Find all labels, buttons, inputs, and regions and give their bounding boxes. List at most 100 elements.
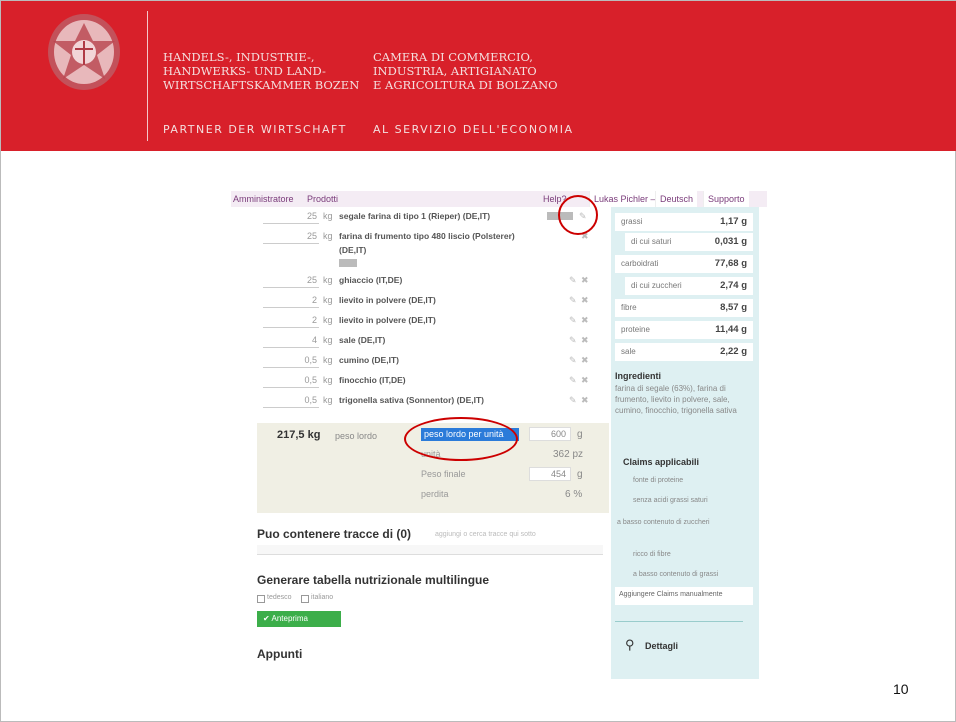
traces-input[interactable] <box>257 545 603 555</box>
gross-label: peso lordo <box>335 431 378 441</box>
ingredient-unit: kg <box>323 375 333 385</box>
final-weight-input[interactable]: 454 <box>529 467 571 481</box>
ingredient-row: 25 kg ghiaccio (IT,DE) ✎ ✖ <box>257 271 609 291</box>
nutrition-title: Generare tabella nutrizionale multilingu… <box>257 573 490 587</box>
edit-icon[interactable]: ✎ <box>569 375 577 386</box>
ingredient-unit: kg <box>323 335 333 345</box>
nutrition-sidebar: grassi 1,17 g di cui saturi 0,031 g carboi… <box>611 207 759 679</box>
highlight-circle-per-unit <box>404 417 518 461</box>
nav-admin[interactable]: Amministratore <box>233 194 294 204</box>
traces-hint: aggiungi o cerca tracce qui sotto <box>435 531 536 538</box>
ingredients-title: Ingredienti <box>615 371 662 381</box>
ingredient-unit: kg <box>323 275 333 285</box>
traces-title: Puo contenere tracce di (0) <box>257 527 412 541</box>
per-unit-input[interactable]: 600 <box>529 427 571 441</box>
ingredient-qty[interactable]: 0,5 <box>263 375 319 388</box>
nav-support[interactable]: Supporto <box>703 191 749 207</box>
claim-item[interactable]: fonte di proteine <box>633 477 683 484</box>
sidebar-divider <box>615 621 743 622</box>
ingredient-name: cumino (DE,IT) <box>339 355 399 365</box>
claim-item[interactable]: a basso contenuto di grassi <box>633 571 718 578</box>
delete-icon[interactable]: ✖ <box>581 395 589 406</box>
nutrient-label: proteine <box>621 325 650 334</box>
ingredient-row: 2 kg lievito in polvere (DE,IT) ✎ ✖ <box>257 311 609 331</box>
edit-icon[interactable]: ✎ <box>569 295 577 306</box>
preview-button[interactable]: ✔ Anteprima <box>257 611 341 627</box>
ingredient-qty[interactable]: 25 <box>263 275 319 288</box>
edit-icon[interactable]: ✎ <box>569 395 577 406</box>
nutrient-row: di cui zuccheri 2,74 g <box>625 277 753 295</box>
search-icon[interactable]: ⚲ <box>625 637 635 653</box>
nutrient-value: 2,74 g <box>720 280 747 291</box>
claim-item[interactable]: ricco di fibre <box>633 551 671 558</box>
nutrient-label: fibre <box>621 303 637 312</box>
final-weight-unit: g <box>577 469 583 480</box>
loss-value: 6 % <box>565 489 583 500</box>
delete-icon[interactable]: ✖ <box>581 355 589 366</box>
ingredient-qty[interactable]: 0,5 <box>263 355 319 368</box>
motto-it: AL SERVIZIO DELL'ECONOMIA <box>373 123 574 136</box>
nutrient-label: grassi <box>621 217 643 226</box>
nutrient-label: carboidrati <box>621 259 659 268</box>
delete-icon[interactable]: ✖ <box>581 295 589 306</box>
motto-de: PARTNER DER WIRTSCHAFT <box>163 123 347 136</box>
edit-icon[interactable]: ✎ <box>569 275 577 286</box>
delete-icon[interactable]: ✖ <box>581 375 589 386</box>
ingredient-qty[interactable]: 0,5 <box>263 395 319 408</box>
nutrient-value: 77,68 g <box>714 258 747 269</box>
ingredient-unit: kg <box>323 231 333 241</box>
nutrient-label: di cui saturi <box>631 237 672 246</box>
nutrient-value: 0,031 g <box>714 236 747 247</box>
ingredient-name: trigonella sativa (Sonnentor) (DE,IT) <box>339 395 484 405</box>
ingredient-name: lievito in polvere (DE,IT) <box>339 295 436 305</box>
chamber-header: HANDELS-, INDUSTRIE-, HANDWERKS- UND LAN… <box>1 1 956 151</box>
ingredient-unit: kg <box>323 355 333 365</box>
lang2-checkbox[interactable] <box>301 595 309 603</box>
add-claims-button[interactable]: Aggiungere Claims manualmente <box>615 587 753 605</box>
ingredient-unit: kg <box>323 395 333 405</box>
nutrient-label: sale <box>621 347 636 356</box>
org-name-it: CAMERA DI COMMERCIO, INDUSTRIA, ARTIGIAN… <box>373 50 558 92</box>
nav-products[interactable]: Prodotti <box>307 194 338 204</box>
total-weight: 217,5 kg <box>277 429 321 441</box>
claim-item[interactable]: senza acidi grassi saturi <box>633 497 708 504</box>
nav-user[interactable]: Lukas Pichler – <box>589 191 660 207</box>
edit-icon[interactable]: ✎ <box>569 335 577 346</box>
notes-title: Appunti <box>257 647 303 661</box>
nutrient-row: fibre 8,57 g <box>615 299 753 317</box>
ingredient-qty[interactable]: 25 <box>263 211 319 224</box>
nutrient-row: grassi 1,17 g <box>615 213 753 231</box>
ingredient-unit: kg <box>323 315 333 325</box>
edit-icon[interactable]: ✎ <box>569 315 577 326</box>
delete-icon[interactable]: ✖ <box>581 275 589 286</box>
lang1-checkbox[interactable] <box>257 595 265 603</box>
ingredient-name: farina di frumento tipo 480 liscio (Pols… <box>339 231 515 241</box>
ingredient-row: 25 kg farina di frumento tipo 480 liscio… <box>257 227 609 271</box>
ingredient-row: 0,5 kg cumino (DE,IT) ✎ ✖ <box>257 351 609 371</box>
nutrient-value: 2,22 g <box>720 346 747 357</box>
nutrient-value: 11,44 g <box>715 324 747 335</box>
claim-item[interactable]: a basso contenuto di zuccheri <box>617 519 737 526</box>
ingredient-qty[interactable]: 2 <box>263 315 319 328</box>
app-nav-bar: Amministratore Prodotti Help? Lukas Pich… <box>231 191 767 207</box>
nutrient-label: di cui zuccheri <box>631 281 682 290</box>
final-weight-label: Peso finale <box>421 469 466 479</box>
ingredient-name: finocchio (IT,DE) <box>339 375 406 385</box>
nav-language[interactable]: Deutsch <box>655 191 698 207</box>
ingredient-qty[interactable]: 4 <box>263 335 319 348</box>
delete-icon[interactable]: ✖ <box>581 315 589 326</box>
delete-icon[interactable]: ✖ <box>581 335 589 346</box>
ingredient-name: sale (DE,IT) <box>339 335 386 345</box>
ingredient-row: 4 kg sale (DE,IT) ✎ ✖ <box>257 331 609 351</box>
highlight-circle-edit <box>558 195 598 235</box>
ingredient-tag <box>339 259 357 267</box>
ingredient-list: 25 kg segale farina di tipo 1 (Rieper) (… <box>257 207 609 427</box>
ingredients-text: farina di segale (63%), farina di frumen… <box>615 384 737 415</box>
ingredient-name: segale farina di tipo 1 (Rieper) (DE,IT) <box>339 211 491 221</box>
details-label[interactable]: Dettagli <box>645 641 678 651</box>
edit-icon[interactable]: ✎ <box>569 355 577 366</box>
ingredient-row: 25 kg segale farina di tipo 1 (Rieper) (… <box>257 207 609 227</box>
nutrient-row: di cui saturi 0,031 g <box>625 233 753 251</box>
ingredient-qty[interactable]: 25 <box>263 231 319 244</box>
ingredient-qty[interactable]: 2 <box>263 295 319 308</box>
